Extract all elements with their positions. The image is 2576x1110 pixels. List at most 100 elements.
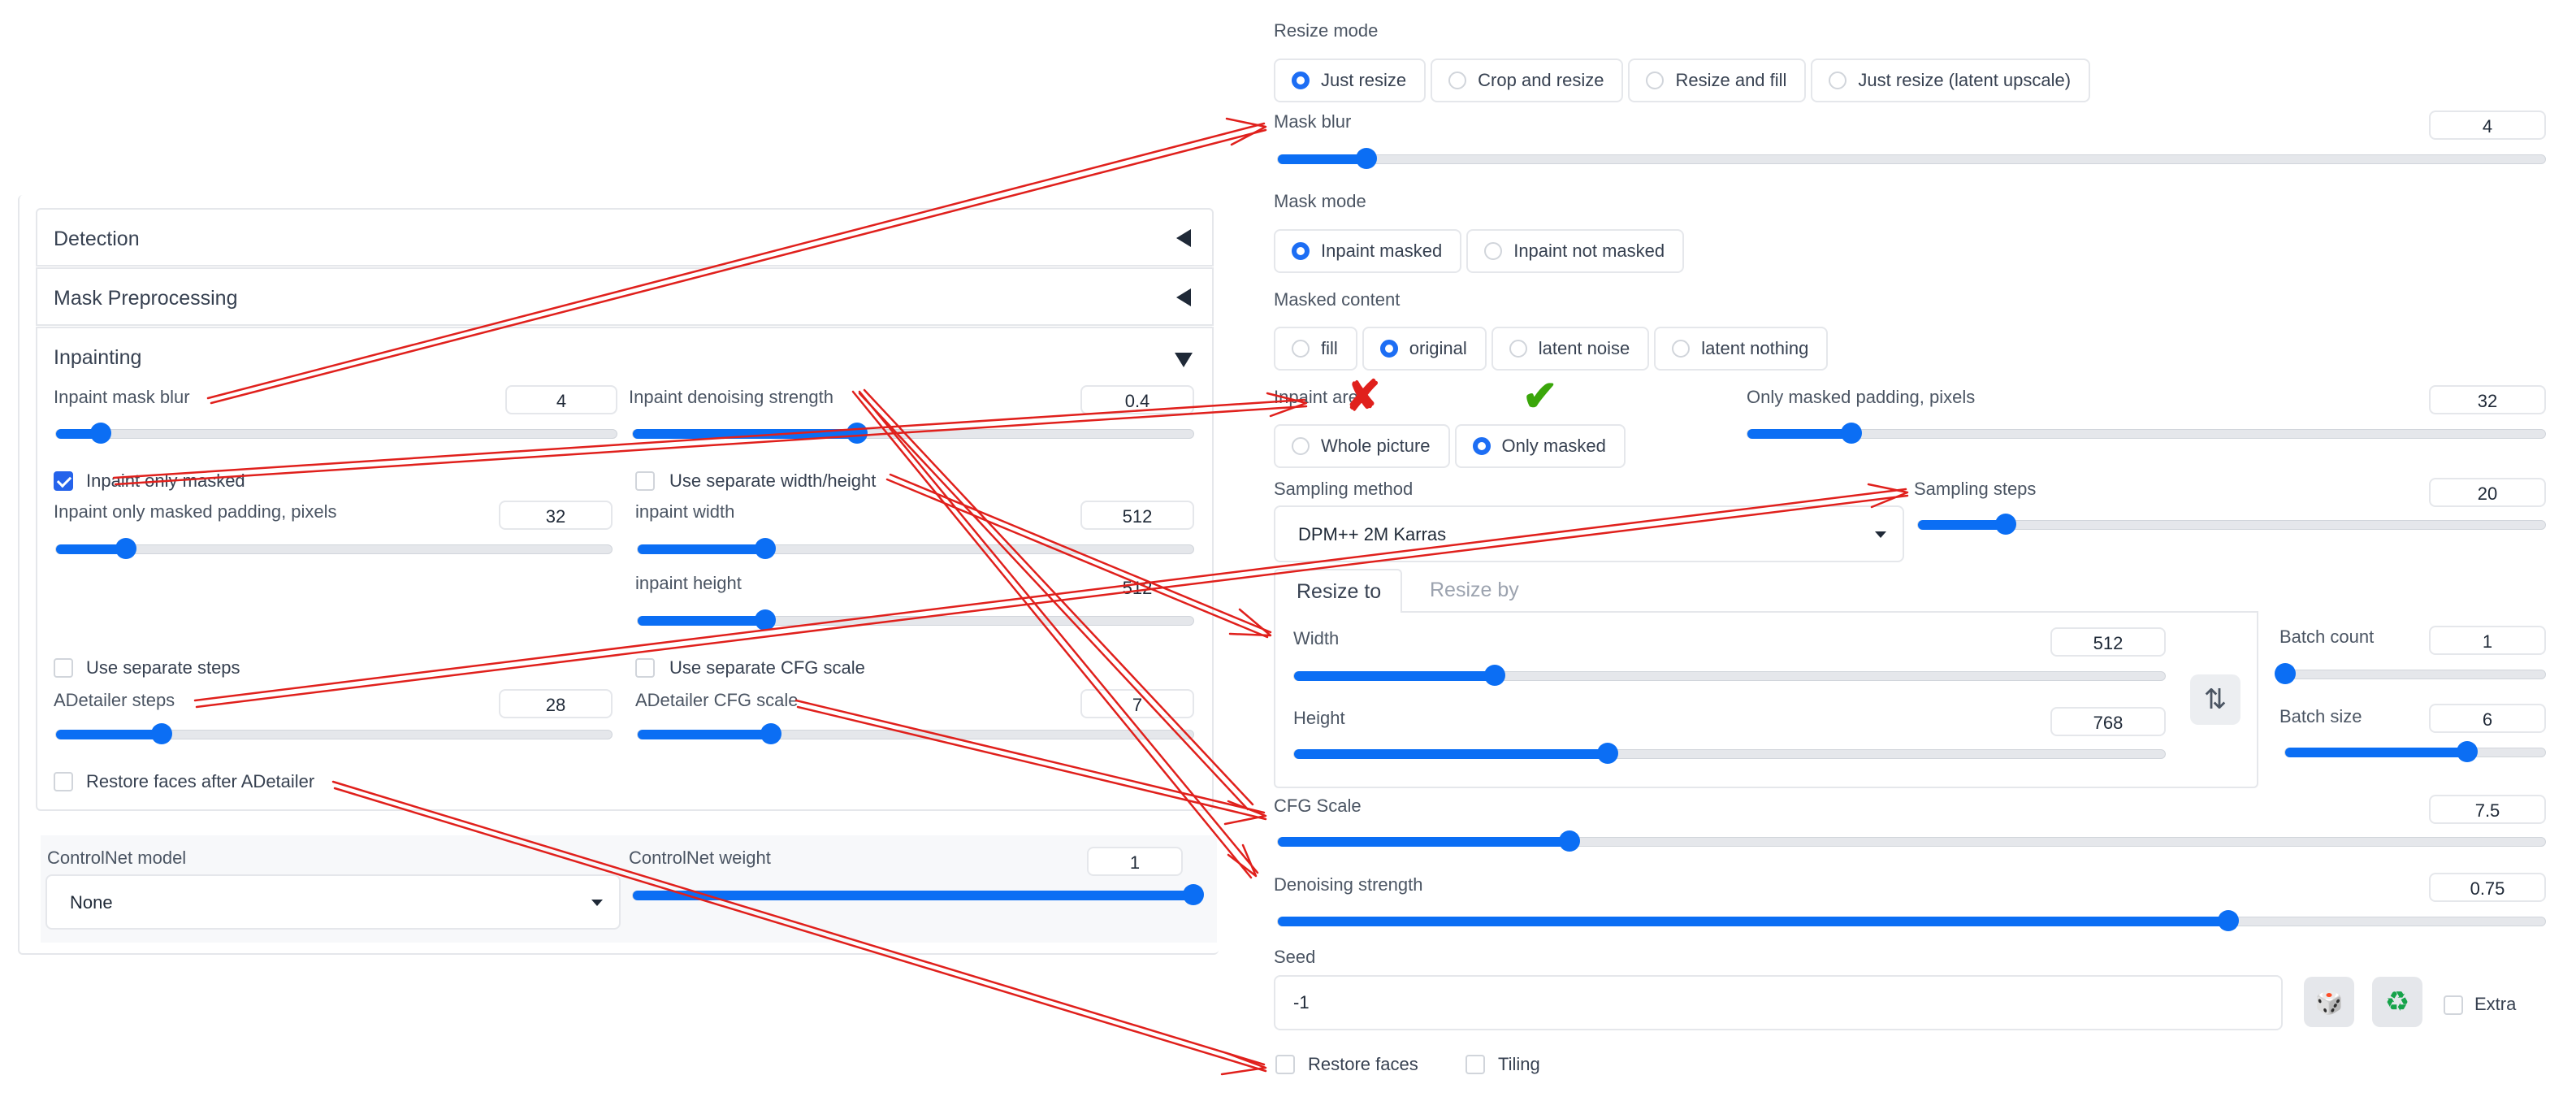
tab-resize-by[interactable]: Resize by [1414, 569, 1543, 613]
use-separate-cfg-scale-checkbox[interactable] [635, 658, 655, 678]
inpaint-mask-blur-slider[interactable] [55, 423, 617, 444]
option-label: Just resize (latent upscale) [1858, 70, 2072, 90]
sampling-method-label: Sampling method [1274, 479, 1414, 499]
mask-blur-slider[interactable] [1277, 148, 2546, 169]
only-masked-padding-slider[interactable] [1747, 423, 2546, 444]
mask-blur-input[interactable]: 4 [2429, 111, 2546, 140]
option-label: Whole picture [1321, 436, 1431, 456]
height-input[interactable]: 768 [2050, 707, 2166, 736]
inpaint-denoising-strength-slider[interactable] [632, 423, 1194, 444]
slider-handle[interactable] [1995, 514, 2017, 535]
inpaint-height-slider[interactable] [637, 609, 1194, 631]
inpaint-mask-blur-label: Inpaint mask blur [54, 387, 190, 407]
adetailer-steps-slider[interactable] [55, 723, 613, 744]
masked-content-radio-group: fill original latent noise latent nothin… [1274, 327, 1829, 371]
batch-count-slider[interactable] [2275, 663, 2546, 684]
slider-handle[interactable] [2275, 663, 2296, 684]
masked-content-option-latent-nothing[interactable]: latent nothing [1654, 327, 1829, 371]
slider-handle[interactable] [1356, 148, 1378, 169]
width-label: Width [1293, 628, 1340, 648]
resize-mode-option-resize-and-fill[interactable]: Resize and fill [1628, 59, 1807, 102]
option-label: Only masked [1501, 436, 1606, 456]
denoising-strength-slider[interactable] [1277, 910, 2546, 931]
controlnet-weight-slider[interactable] [632, 884, 1204, 905]
reuse-seed-button[interactable]: ♻ [2372, 977, 2422, 1027]
inpaint-denoising-strength-label: Inpaint denoising strength [629, 387, 833, 407]
slider-handle[interactable] [1558, 830, 1580, 852]
slider-fill [638, 730, 772, 739]
inpaint-only-masked-padding-input[interactable]: 32 [499, 501, 613, 530]
sampling-steps-slider[interactable] [1917, 514, 2546, 535]
seed-input[interactable]: -1 [1274, 975, 2283, 1030]
slider-handle[interactable] [2218, 910, 2239, 931]
detection-section[interactable]: Detection [36, 208, 1214, 267]
sampling-steps-input[interactable]: 20 [2429, 478, 2546, 507]
slider-fill [56, 730, 162, 739]
masked-content-option-latent-noise[interactable]: latent noise [1491, 327, 1650, 371]
swap-dimensions-button[interactable]: ⇅ [2190, 674, 2240, 725]
controlnet-model-select[interactable]: None [45, 874, 621, 930]
sampling-steps-label: Sampling steps [1914, 479, 2037, 499]
slider-fill [2285, 748, 2467, 757]
inpaint-width-input[interactable]: 512 [1080, 501, 1194, 530]
adetailer-steps-input[interactable]: 28 [499, 689, 613, 718]
restore-faces-after-adetailer-checkbox[interactable] [54, 772, 73, 791]
batch-size-slider[interactable] [2284, 741, 2546, 762]
slider-handle[interactable] [846, 423, 868, 444]
restore-faces-checkbox[interactable] [1275, 1055, 1295, 1074]
inpaint-height-label: inpaint height [635, 573, 742, 593]
cfg-scale-slider[interactable] [1277, 830, 2546, 852]
slider-handle[interactable] [115, 538, 136, 559]
expand-triangle-icon[interactable] [1175, 353, 1193, 367]
use-separate-steps-checkbox[interactable] [54, 658, 73, 678]
inpaint-mask-blur-input[interactable]: 4 [505, 385, 617, 414]
random-seed-button[interactable]: 🎲 [2304, 977, 2354, 1027]
mask-mode-option-inpaint-masked[interactable]: Inpaint masked [1274, 229, 1462, 273]
denoising-strength-input[interactable]: 0.75 [2429, 873, 2546, 902]
slider-handle[interactable] [760, 723, 782, 744]
width-input[interactable]: 512 [2050, 627, 2166, 657]
extra-seed-checkbox[interactable] [2444, 995, 2463, 1015]
batch-count-input[interactable]: 1 [2429, 626, 2546, 655]
extra-seed-label: Extra [2474, 994, 2517, 1014]
sampling-method-select[interactable]: DPM++ 2M Karras [1274, 505, 1904, 562]
adetailer-cfg-scale-input[interactable]: 7 [1080, 689, 1194, 718]
collapse-triangle-icon[interactable] [1176, 229, 1191, 247]
collapse-triangle-icon[interactable] [1176, 288, 1191, 306]
inpaint-height-input[interactable]: 512 [1080, 572, 1194, 601]
inpaint-only-masked-checkbox[interactable] [54, 471, 73, 491]
slider-handle[interactable] [1483, 665, 1505, 686]
resize-mode-option-latent-upscale[interactable]: Just resize (latent upscale) [1811, 59, 2091, 102]
adetailer-cfg-scale-slider[interactable] [637, 723, 1194, 744]
inpaint-area-option-whole-picture[interactable]: Whole picture [1274, 424, 1450, 468]
adetailer-steps-label: ADetailer steps [54, 690, 175, 710]
resize-mode-option-crop-and-resize[interactable]: Crop and resize [1431, 59, 1624, 102]
slider-handle[interactable] [1183, 884, 1204, 905]
inpaint-area-option-only-masked[interactable]: Only masked [1454, 424, 1626, 468]
wrong-x-mark-icon: ✘ [1345, 373, 1381, 420]
slider-handle[interactable] [150, 723, 172, 744]
inpaint-denoising-strength-input[interactable]: 0.4 [1080, 385, 1194, 414]
mask-mode-option-inpaint-not-masked[interactable]: Inpaint not masked [1466, 229, 1685, 273]
mask-preprocessing-section[interactable]: Mask Preprocessing [36, 267, 1214, 326]
batch-size-input[interactable]: 6 [2429, 704, 2546, 733]
tiling-checkbox[interactable] [1466, 1055, 1485, 1074]
width-slider[interactable] [1293, 665, 2166, 686]
masked-content-label: Masked content [1274, 289, 1401, 310]
masked-content-option-fill[interactable]: fill [1274, 327, 1357, 371]
tab-resize-to[interactable]: Resize to [1274, 569, 1402, 613]
slider-handle[interactable] [90, 423, 112, 444]
only-masked-padding-input[interactable]: 32 [2429, 385, 2546, 414]
controlnet-weight-input[interactable]: 1 [1087, 847, 1183, 876]
slider-handle[interactable] [1840, 423, 1862, 444]
height-slider[interactable] [1293, 743, 2166, 764]
slider-handle[interactable] [2457, 741, 2478, 762]
inpaint-only-masked-padding-slider[interactable] [55, 538, 613, 559]
masked-content-option-original[interactable]: original [1362, 327, 1487, 371]
slider-handle[interactable] [1596, 743, 1618, 764]
resize-mode-option-just-resize[interactable]: Just resize [1274, 59, 1427, 102]
cfg-scale-input[interactable]: 7.5 [2429, 795, 2546, 824]
radio-indicator [1472, 437, 1491, 455]
inpaint-width-slider[interactable] [637, 538, 1194, 559]
use-separate-width-height-checkbox[interactable] [635, 471, 655, 491]
